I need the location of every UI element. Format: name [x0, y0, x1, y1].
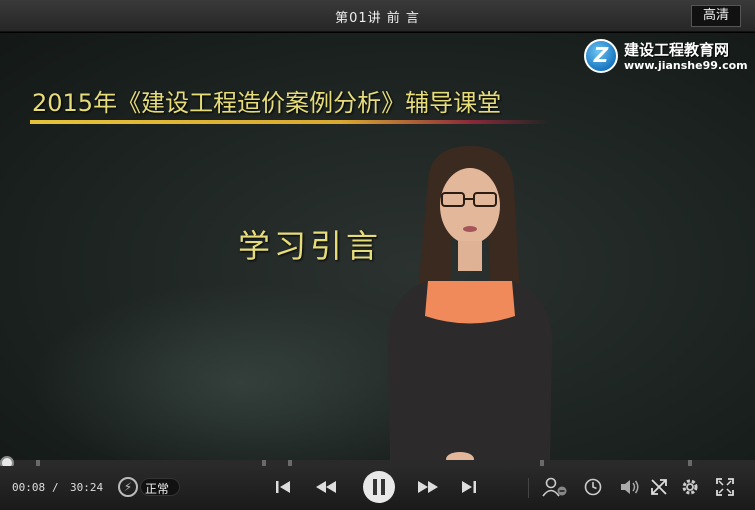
control-divider	[528, 478, 529, 498]
time-separator: /	[52, 481, 59, 494]
pause-button[interactable]	[362, 470, 396, 504]
shrink-icon[interactable]	[650, 478, 668, 496]
video-frame[interactable]: 2015年《建设工程造价案例分析》辅导课堂 学习引言 Z 建设工程教育网 www…	[0, 33, 755, 460]
total-time: 30:24	[70, 481, 104, 494]
current-time: 00:08	[12, 481, 46, 494]
volume-icon[interactable]	[619, 478, 641, 496]
speed-label: 正常	[145, 482, 170, 496]
speed-icon[interactable]: ⚡	[118, 477, 138, 497]
skip-previous-icon[interactable]	[274, 478, 292, 496]
gear-icon[interactable]	[680, 477, 700, 497]
logo-url: www.jianshe99.com	[624, 59, 748, 72]
title-bar: 第01讲 前 言 高清	[0, 0, 755, 32]
title-underline	[30, 120, 550, 124]
fast-forward-icon[interactable]	[416, 478, 440, 496]
presenter-figure	[388, 146, 552, 460]
lecture-title: 第01讲 前 言	[335, 11, 420, 26]
control-bar: 00:08 / 30:24 ⚡ 正常	[0, 466, 755, 510]
user-icon[interactable]	[542, 477, 568, 497]
clock-icon[interactable]	[584, 478, 602, 496]
logo-name: 建设工程教育网	[624, 41, 730, 59]
fullscreen-icon[interactable]	[716, 478, 734, 496]
skip-next-icon[interactable]	[460, 478, 478, 496]
quality-button[interactable]: 高清	[691, 5, 741, 27]
brand-logo: Z 建设工程教育网 www.jianshe99.com	[584, 37, 749, 75]
rewind-icon[interactable]	[314, 478, 338, 496]
course-title: 2015年《建设工程造价案例分析》辅导课堂	[32, 89, 502, 117]
logo-mark-icon: Z	[584, 39, 618, 73]
section-title: 学习引言	[238, 227, 383, 265]
